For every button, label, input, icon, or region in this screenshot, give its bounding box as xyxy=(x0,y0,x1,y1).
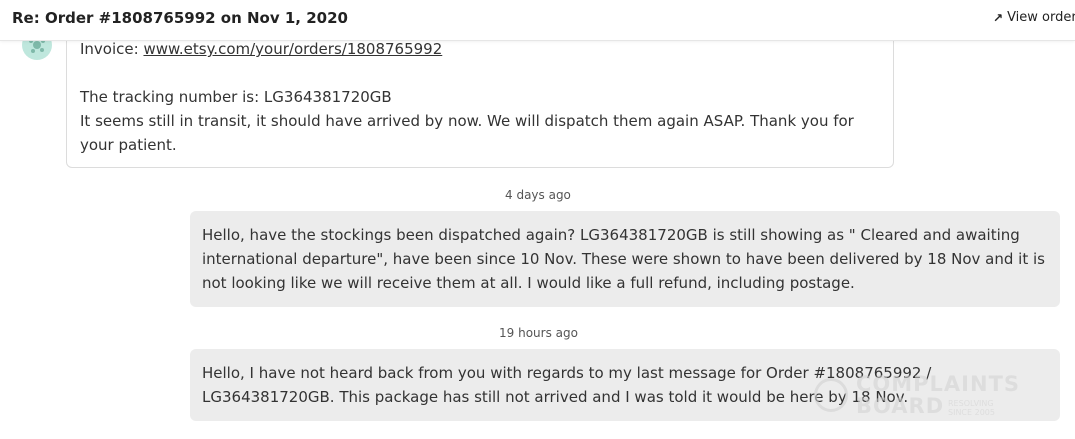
external-arrow-icon: ↗ xyxy=(993,10,1004,25)
message-line: Hello, I have not heard back from you wi… xyxy=(202,364,932,382)
conversation-title: Re: Order #1808765992 on Nov 1, 2020 xyxy=(12,9,348,27)
invoice-link[interactable]: www.etsy.com/your/orders/1808765992 xyxy=(143,40,442,58)
message-line: your patient. xyxy=(80,136,177,154)
message-line: Hello, have the stockings been dispatche… xyxy=(202,226,1020,244)
message-line: It seems still in transit, it should hav… xyxy=(80,112,854,130)
view-order-label: View order xyxy=(1007,10,1075,25)
message-line: LG364381720GB. This package has still no… xyxy=(202,388,909,406)
invoice-prefix: Invoice: xyxy=(80,40,144,58)
message-timestamp: 19 hours ago xyxy=(499,326,578,340)
buyer-message: Hello, I have not heard back from you wi… xyxy=(190,349,1060,421)
message-timestamp: 4 days ago xyxy=(505,188,571,202)
message-line: not looking like we will receive them at… xyxy=(202,274,855,292)
message-line: international departure", have been sinc… xyxy=(202,250,1045,268)
conversation-header: Re: Order #1808765992 on Nov 1, 2020 ↗ V… xyxy=(0,0,1075,41)
seller-message: Invoice: www.etsy.com/your/orders/180876… xyxy=(66,20,894,168)
message-line: The tracking number is: LG364381720GB xyxy=(80,88,392,106)
buyer-message: Hello, have the stockings been dispatche… xyxy=(190,211,1060,307)
view-order-link[interactable]: ↗ View order xyxy=(993,10,1075,25)
